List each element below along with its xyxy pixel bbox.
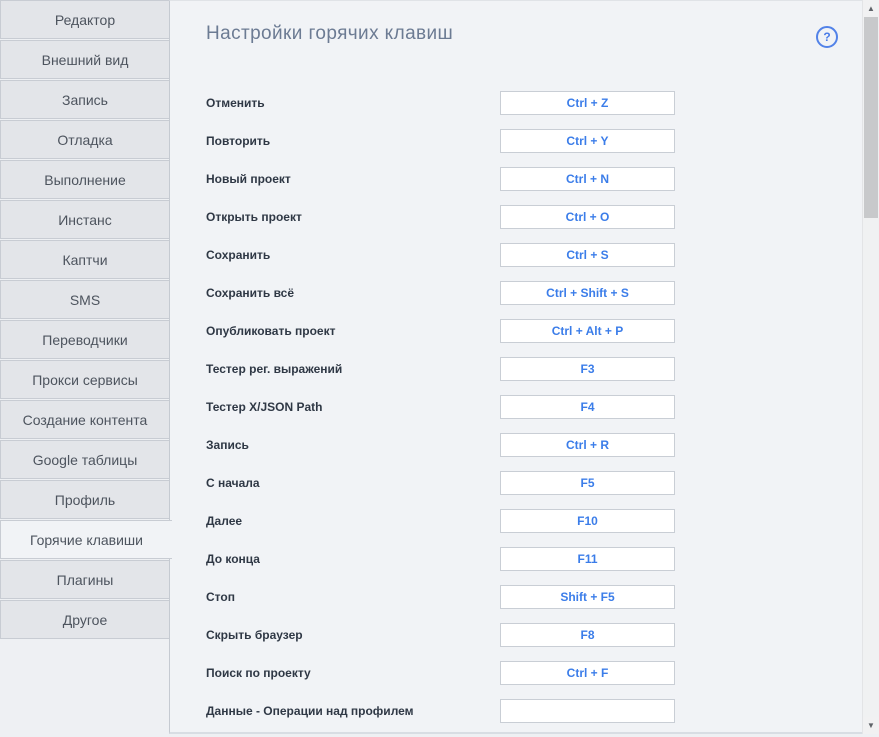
vertical-scrollbar[interactable]: ▲ ▼	[862, 0, 879, 734]
sidebar-item-label: Редактор	[55, 12, 115, 28]
scrollbar-thumb[interactable]	[864, 17, 878, 218]
sidebar-item-translators[interactable]: Переводчики	[0, 320, 170, 359]
hotkeys-list: Отменить Ctrl + Z Повторить Ctrl + Y Нов…	[206, 91, 726, 737]
hotkey-row: Новый проект Ctrl + N	[206, 167, 726, 191]
hotkey-input[interactable]: F8	[500, 623, 675, 647]
hotkey-row: Тестер рег. выражений F3	[206, 357, 726, 381]
sidebar-item-editor[interactable]: Редактор	[0, 0, 170, 39]
sidebar-item-plugins[interactable]: Плагины	[0, 560, 170, 599]
hotkey-input[interactable]: Ctrl + Y	[500, 129, 675, 153]
scroll-up-icon[interactable]: ▲	[863, 0, 879, 17]
hotkey-input[interactable]: F10	[500, 509, 675, 533]
hotkey-label: Новый проект	[206, 167, 291, 191]
sidebar-item-execution[interactable]: Выполнение	[0, 160, 170, 199]
hotkey-input[interactable]: F11	[500, 547, 675, 571]
hotkey-input[interactable]	[500, 699, 675, 723]
hotkey-label: Поиск по проекту	[206, 661, 311, 685]
hotkey-label: Сохранить всё	[206, 281, 294, 305]
hotkey-label: До конца	[206, 547, 260, 571]
hotkey-input[interactable]: Ctrl + Alt + P	[500, 319, 675, 343]
hotkey-row: Отменить Ctrl + Z	[206, 91, 726, 115]
hotkey-row: Повторить Ctrl + Y	[206, 129, 726, 153]
hotkey-input[interactable]: Ctrl + N	[500, 167, 675, 191]
hotkey-input[interactable]: Ctrl + O	[500, 205, 675, 229]
hotkey-input[interactable]: F5	[500, 471, 675, 495]
sidebar-item-label: Создание контента	[23, 412, 148, 428]
sidebar-item-debugging[interactable]: Отладка	[0, 120, 170, 159]
hotkey-label: Отменить	[206, 91, 265, 115]
hotkey-row: С начала F5	[206, 471, 726, 495]
hotkey-row: Тестер X/JSON Path F4	[206, 395, 726, 419]
sidebar-item-label: Внешний вид	[42, 52, 129, 68]
hotkeys-settings-panel: Настройки горячих клавиш ? Отменить Ctrl…	[169, 0, 879, 734]
hotkey-label: Повторить	[206, 129, 270, 153]
hotkey-label: Опубликовать проект	[206, 319, 336, 343]
page-title: Настройки горячих клавиш	[206, 23, 453, 45]
hotkey-input[interactable]: F4	[500, 395, 675, 419]
hotkey-row: Далее F10	[206, 509, 726, 533]
hotkey-row: Открыть проект Ctrl + O	[206, 205, 726, 229]
hotkey-row: Данные - Операции над профилем	[206, 699, 726, 723]
hotkey-input[interactable]: Shift + F5	[500, 585, 675, 609]
hotkey-input[interactable]: Ctrl + Z	[500, 91, 675, 115]
sidebar-item-appearance[interactable]: Внешний вид	[0, 40, 170, 79]
sidebar-item-label: Горячие клавиши	[30, 532, 143, 548]
hotkey-input[interactable]: Ctrl + Shift + S	[500, 281, 675, 305]
sidebar-item-label: Плагины	[57, 572, 114, 588]
help-icon[interactable]: ?	[816, 26, 838, 48]
sidebar-item-label: Профиль	[55, 492, 115, 508]
hotkey-label: Стоп	[206, 585, 235, 609]
sidebar-item-profile[interactable]: Профиль	[0, 480, 170, 519]
hotkey-label: Тестер рег. выражений	[206, 357, 342, 381]
settings-sidebar: Редактор Внешний вид Запись Отладка Выпо…	[0, 0, 170, 640]
hotkey-input[interactable]: F3	[500, 357, 675, 381]
hotkey-label: Открыть проект	[206, 205, 302, 229]
sidebar-item-sms[interactable]: SMS	[0, 280, 170, 319]
sidebar-item-google-sheets[interactable]: Google таблицы	[0, 440, 170, 479]
sidebar-item-label: Google таблицы	[33, 452, 138, 468]
sidebar-item-label: Прокси сервисы	[32, 372, 138, 388]
sidebar-item-captcha[interactable]: Каптчи	[0, 240, 170, 279]
hotkey-input[interactable]: Ctrl + R	[500, 433, 675, 457]
sidebar-item-proxy-services[interactable]: Прокси сервисы	[0, 360, 170, 399]
hotkey-row: Запись Ctrl + R	[206, 433, 726, 457]
hotkey-row: Опубликовать проект Ctrl + Alt + P	[206, 319, 726, 343]
hotkey-label: Скрыть браузер	[206, 623, 303, 647]
hotkey-input[interactable]: Ctrl + S	[500, 243, 675, 267]
sidebar-item-label: SMS	[70, 292, 100, 308]
sidebar-item-label: Каптчи	[62, 252, 107, 268]
hotkey-label: Тестер X/JSON Path	[206, 395, 323, 419]
sidebar-item-label: Отладка	[57, 132, 112, 148]
hotkey-row: Сохранить Ctrl + S	[206, 243, 726, 267]
hotkey-row: Сохранить всё Ctrl + Shift + S	[206, 281, 726, 305]
sidebar-item-content-creation[interactable]: Создание контента	[0, 400, 170, 439]
hotkey-label: Сохранить	[206, 243, 270, 267]
sidebar-item-hotkeys[interactable]: Горячие клавиши	[0, 520, 172, 559]
hotkey-row: Поиск по проекту Ctrl + F	[206, 661, 726, 685]
sidebar-item-instance[interactable]: Инстанс	[0, 200, 170, 239]
hotkey-label: Далее	[206, 509, 242, 533]
hotkey-label: С начала	[206, 471, 260, 495]
sidebar-item-other[interactable]: Другое	[0, 600, 170, 639]
sidebar-item-recording[interactable]: Запись	[0, 80, 170, 119]
hotkey-row: Скрыть браузер F8	[206, 623, 726, 647]
sidebar-item-label: Запись	[62, 92, 108, 108]
sidebar-item-label: Инстанс	[58, 212, 112, 228]
scroll-down-icon[interactable]: ▼	[863, 717, 879, 734]
sidebar-item-label: Другое	[63, 612, 107, 628]
hotkey-input[interactable]: Ctrl + F	[500, 661, 675, 685]
hotkey-row: Стоп Shift + F5	[206, 585, 726, 609]
sidebar-item-label: Выполнение	[44, 172, 125, 188]
hotkey-row: До конца F11	[206, 547, 726, 571]
hotkey-label: Данные - Операции над профилем	[206, 699, 414, 723]
hotkey-label: Запись	[206, 433, 249, 457]
sidebar-item-label: Переводчики	[42, 332, 127, 348]
